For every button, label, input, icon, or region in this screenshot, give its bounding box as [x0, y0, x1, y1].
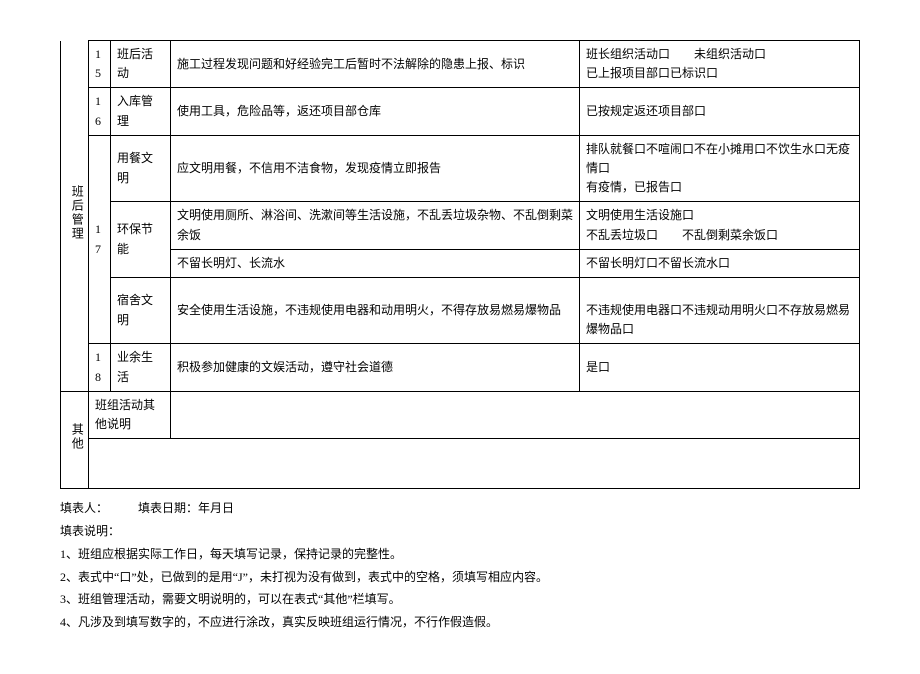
other-blank — [89, 439, 860, 489]
row-number: 17 — [89, 135, 111, 344]
row-desc: 安全使用生活设施，不违规使用电器和动用明火，不得存放易燃易爆物品 — [171, 277, 580, 344]
category-cell: 班后管理 — [61, 41, 89, 392]
row-item: 业余生活 — [111, 344, 171, 391]
table-row: 其他 班组活动其他说明 — [61, 391, 860, 438]
table-row: 16 入库管理 使用工具，危险品等，返还项目部仓库 已按规定返还项目部口 — [61, 88, 860, 135]
check-text: 文明使用生活设施口 不乱丢垃圾口 不乱倒剩菜余饭口 — [586, 208, 778, 241]
table-row — [61, 439, 860, 489]
form-table: 班后管理 15 班后活动 施工过程发现问题和好经验完工后暂时不法解除的隐患上报、… — [60, 40, 860, 489]
row-item: 环保节能 — [111, 202, 171, 278]
footer-filled-by: 填表人： 填表日期：年月日 — [60, 497, 860, 520]
row-item: 用餐文明 — [111, 135, 171, 202]
footer-note: 1、班组应根据实际工作日，每天填写记录，保持记录的完整性。 — [60, 543, 860, 566]
row-check: 文明使用生活设施口 不乱丢垃圾口 不乱倒剩菜余饭口 — [580, 202, 860, 249]
row-desc: 使用工具，危险品等，返还项目部仓库 — [171, 88, 580, 135]
row-desc: 积极参加健康的文娱活动，遵守社会道德 — [171, 344, 580, 391]
row-check: 不留长明灯口不留长流水口 — [580, 249, 860, 277]
row-desc: 不留长明灯、长流水 — [171, 249, 580, 277]
row-check: 不违规使用电器口不违规动用明火口不存放易燃易爆物品口 — [580, 277, 860, 344]
category-cell: 其他 — [61, 391, 89, 488]
row-item: 宿舍文明 — [111, 277, 171, 344]
table-row: 17 用餐文明 应文明用餐，不信用不洁食物，发现疫情立即报告 排队就餐口不喧闹口… — [61, 135, 860, 202]
category-label: 班后管理 — [67, 185, 86, 241]
table-row: 18 业余生活 积极参加健康的文娱活动，遵守社会道德 是口 — [61, 344, 860, 391]
table-row: 班后管理 15 班后活动 施工过程发现问题和好经验完工后暂时不法解除的隐患上报、… — [61, 41, 860, 88]
row-desc: 应文明用餐，不信用不洁食物，发现疫情立即报告 — [171, 135, 580, 202]
footer-instructions-title: 填表说明： — [60, 520, 860, 543]
footer-note: 4、凡涉及到填写数字的，不应进行涂改，真实反映班组运行情况，不行作假造假。 — [60, 611, 860, 634]
other-content — [171, 391, 860, 438]
row-item: 入库管理 — [111, 88, 171, 135]
row-check: 是口 — [580, 344, 860, 391]
footer-notes: 填表人： 填表日期：年月日 填表说明： 1、班组应根据实际工作日，每天填写记录，… — [60, 497, 860, 634]
category-label: 其他 — [67, 423, 86, 451]
table-row: 环保节能 文明使用厕所、淋浴间、洗漱间等生活设施，不乱丢垃圾杂物、不乱倒剩菜余饭… — [61, 202, 860, 249]
row-number: 16 — [89, 88, 111, 135]
check-text: 班长组织活动口 未组织活动口 已上报项目部口已标识口 — [586, 47, 766, 80]
row-number: 15 — [89, 41, 111, 88]
row-check: 已按规定返还项目部口 — [580, 88, 860, 135]
table-row: 不留长明灯、长流水 不留长明灯口不留长流水口 — [61, 249, 860, 277]
row-item: 班后活动 — [111, 41, 171, 88]
row-desc: 文明使用厕所、淋浴间、洗漱间等生活设施，不乱丢垃圾杂物、不乱倒剩菜余饭 — [171, 202, 580, 249]
footer-note: 3、班组管理活动，需要文明说明的，可以在表式“其他”栏填写。 — [60, 588, 860, 611]
footer-note: 2、表式中“口”处，已做到的是用“J”，未打视为没有做到，表式中的空格，须填写相… — [60, 566, 860, 589]
row-check: 班长组织活动口 未组织活动口 已上报项目部口已标识口 — [580, 41, 860, 88]
row-number: 18 — [89, 344, 111, 391]
row-desc: 施工过程发现问题和好经验完工后暂时不法解除的隐患上报、标识 — [171, 41, 580, 88]
other-label: 班组活动其他说明 — [89, 391, 171, 438]
row-check: 排队就餐口不喧闹口不在小摊用口不饮生水口无疫情口 有疫情，已报告口 — [580, 135, 860, 202]
check-text: 排队就餐口不喧闹口不在小摊用口不饮生水口无疫情口 有疫情，已报告口 — [586, 142, 850, 194]
table-row: 宿舍文明 安全使用生活设施，不违规使用电器和动用明火，不得存放易燃易爆物品 不违… — [61, 277, 860, 344]
check-text: 不违规使用电器口不违规动用明火口不存放易燃易爆物品口 — [586, 303, 850, 336]
